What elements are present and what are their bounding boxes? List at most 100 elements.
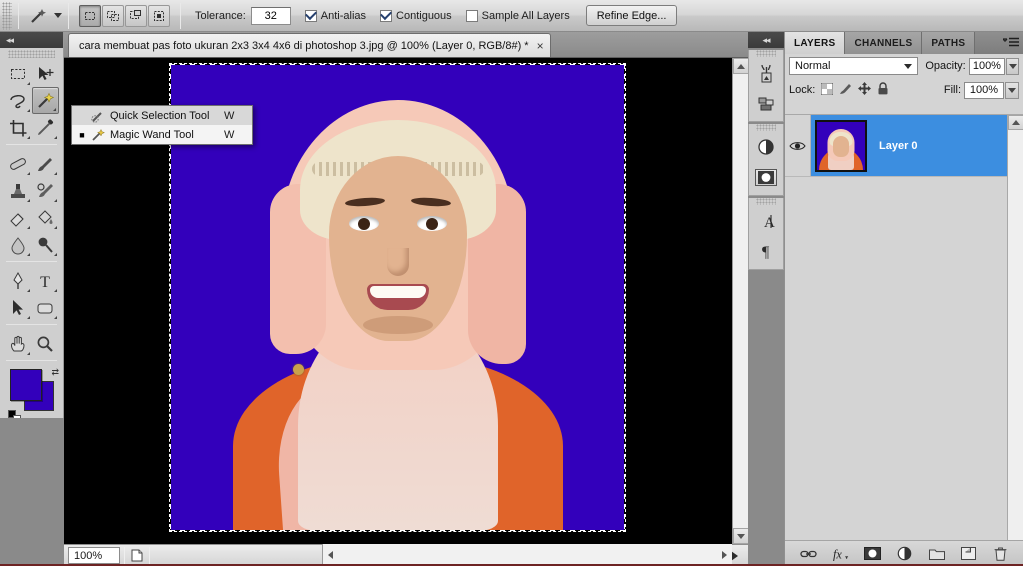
- swap-colors-icon[interactable]: ⇄: [51, 367, 59, 378]
- add-to-selection-button[interactable]: [102, 4, 124, 27]
- zoom-level-field[interactable]: 100%: [68, 547, 120, 564]
- lasso-tool[interactable]: [4, 87, 32, 114]
- type-tool[interactable]: T: [32, 267, 60, 294]
- add-layer-mask-button[interactable]: [864, 545, 881, 562]
- hand-tool[interactable]: [4, 330, 32, 357]
- tools-panel-header[interactable]: ◂◂: [0, 32, 63, 48]
- divider: [6, 144, 57, 145]
- pen-tool[interactable]: [4, 267, 32, 294]
- paragraph-panel-icon[interactable]: ¶: [749, 236, 783, 266]
- link-layers-button[interactable]: [800, 545, 817, 562]
- spot-healing-brush-tool[interactable]: [4, 150, 32, 177]
- collapse-panel-icon[interactable]: ◂◂: [762, 35, 770, 46]
- tool-more-indicator: [26, 109, 30, 112]
- eyebrow-left: [344, 196, 385, 208]
- anti-alias-checkbox[interactable]: Anti-alias: [304, 9, 367, 22]
- opacity-value[interactable]: 100%: [968, 57, 1006, 75]
- layer-visibility-toggle[interactable]: [785, 115, 811, 176]
- eraser-tool[interactable]: [4, 204, 32, 231]
- anti-alias-label: Anti-alias: [320, 9, 367, 22]
- scroll-right-icon[interactable]: [722, 551, 727, 559]
- path-selection-tool[interactable]: [4, 294, 32, 321]
- tool-more-indicator: [54, 136, 57, 139]
- sample-all-layers-checkbox[interactable]: Sample All Layers: [465, 9, 570, 22]
- layer-style-button[interactable]: fx: [832, 545, 849, 562]
- tab-layers[interactable]: LAYERS: [785, 32, 846, 54]
- delete-layer-button[interactable]: [992, 545, 1009, 562]
- masks-panel-icon[interactable]: [749, 162, 783, 192]
- contiguous-checkbox[interactable]: Contiguous: [380, 9, 452, 22]
- subtract-from-selection-button[interactable]: [125, 4, 147, 27]
- magic-wand-tool[interactable]: [31, 87, 59, 114]
- checkbox-mark: [465, 9, 478, 22]
- flyout-item-quick-selection-tool[interactable]: Quick Selection Tool W: [72, 106, 252, 125]
- zoom-tool[interactable]: [32, 330, 60, 357]
- new-selection-button[interactable]: [79, 4, 101, 27]
- magic-wand-icon[interactable]: [25, 4, 51, 28]
- history-brush-tool[interactable]: [32, 177, 60, 204]
- eyedropper-tool[interactable]: [32, 114, 60, 141]
- tool-more-indicator: [26, 316, 30, 319]
- adjustments-panel-icon[interactable]: [749, 132, 783, 162]
- panel-menu-icon[interactable]: [999, 32, 1023, 54]
- close-icon[interactable]: ×: [537, 40, 544, 52]
- blend-mode-select[interactable]: Normal: [789, 57, 919, 75]
- color-panel-icon[interactable]: [749, 58, 783, 88]
- canvas-horizontal-scrollbar[interactable]: [322, 544, 732, 566]
- fill-value[interactable]: 100%: [964, 81, 1004, 99]
- move-tool[interactable]: [32, 60, 60, 87]
- tab-channels[interactable]: CHANNELS: [845, 32, 923, 54]
- lock-transparent-pixels-icon[interactable]: [820, 82, 834, 98]
- scroll-up-icon[interactable]: [1008, 115, 1023, 130]
- lock-label: Lock:: [789, 84, 816, 96]
- fill-slider-button[interactable]: [1005, 81, 1019, 99]
- new-group-button[interactable]: [928, 545, 945, 562]
- character-panel-icon[interactable]: A: [749, 206, 783, 236]
- dodge-tool[interactable]: [32, 231, 60, 258]
- paint-bucket-tool[interactable]: [32, 204, 60, 231]
- rectangle-shape-tool[interactable]: [32, 294, 60, 321]
- divider: [6, 360, 57, 361]
- intersect-with-selection-button[interactable]: [148, 4, 170, 27]
- swatches-panel-icon[interactable]: [749, 88, 783, 118]
- flyout-item-magic-wand-tool[interactable]: ■ Magic Wand Tool W: [72, 125, 252, 144]
- lock-buttons: [820, 82, 889, 98]
- brush-tool[interactable]: [32, 150, 60, 177]
- opacity-slider-button[interactable]: [1006, 57, 1019, 75]
- refine-edge-button[interactable]: Refine Edge...: [585, 5, 678, 26]
- tools-group-selection: [0, 58, 63, 141]
- tab-paths[interactable]: PATHS: [922, 32, 976, 54]
- canvas-vertical-scrollbar[interactable]: [732, 58, 748, 544]
- crop-tool[interactable]: [4, 114, 32, 141]
- document-tab[interactable]: cara membuat pas foto ukuran 2x3 3x4 4x6…: [68, 33, 551, 57]
- play-arrow-icon[interactable]: [731, 550, 738, 561]
- layer-thumbnail[interactable]: [815, 119, 867, 172]
- color-swatches: ⇄: [8, 367, 63, 423]
- table-row[interactable]: Layer 0: [785, 115, 1007, 177]
- options-bar-grip[interactable]: [2, 1, 12, 30]
- scroll-down-icon[interactable]: [732, 528, 748, 544]
- blur-tool[interactable]: [4, 231, 32, 258]
- chevron-down-icon[interactable]: [54, 13, 62, 18]
- canvas-area[interactable]: Quick Selection Tool W ■ Magic Wand Tool…: [64, 58, 748, 544]
- flyout-shortcut: W: [224, 128, 235, 141]
- foreground-color-swatch[interactable]: [10, 369, 42, 401]
- svg-text:A: A: [764, 215, 775, 231]
- mini-dock-header[interactable]: ◂◂: [748, 32, 784, 48]
- page-curl-icon[interactable]: [129, 549, 145, 562]
- mini-dock-group-color: [748, 50, 784, 122]
- lock-position-icon[interactable]: [858, 82, 872, 98]
- scroll-left-icon[interactable]: [328, 551, 333, 559]
- lock-image-pixels-icon[interactable]: [839, 83, 852, 98]
- layers-list-scrollbar[interactable]: [1007, 115, 1023, 566]
- collapse-panel-icon[interactable]: ◂◂: [6, 35, 14, 46]
- lock-all-icon[interactable]: [877, 82, 889, 98]
- panel-grip: [756, 124, 776, 131]
- new-adjustment-layer-button[interactable]: [896, 545, 913, 562]
- new-layer-button[interactable]: [960, 545, 977, 562]
- tolerance-input[interactable]: [250, 6, 291, 25]
- scroll-up-icon[interactable]: [732, 58, 748, 74]
- clone-stamp-tool[interactable]: [4, 177, 32, 204]
- rectangular-marquee-tool[interactable]: [4, 60, 32, 87]
- tool-more-indicator: [54, 172, 57, 175]
